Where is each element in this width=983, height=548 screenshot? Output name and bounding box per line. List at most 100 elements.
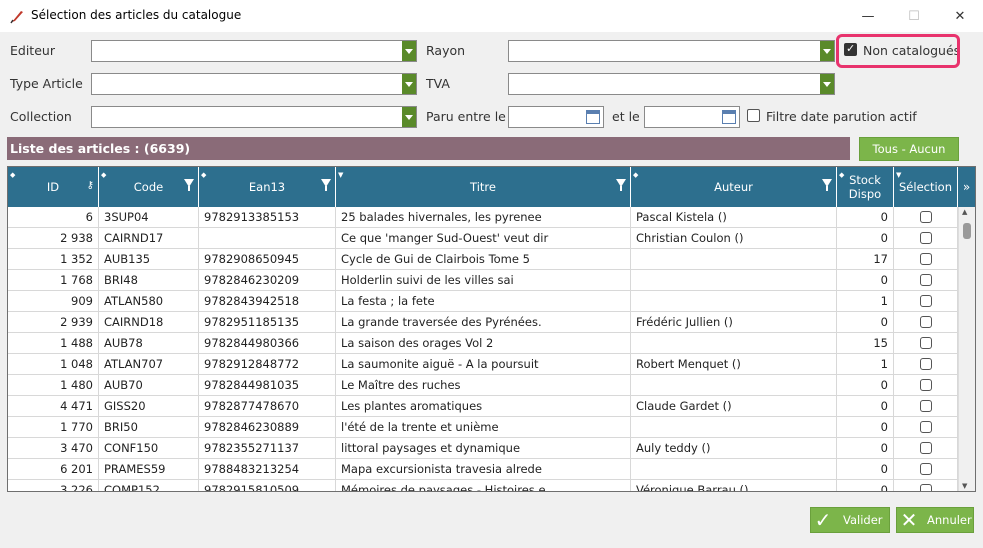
- table-row[interactable]: 1 770 BRI50 9782846230889 l'été de la trent…: [8, 417, 958, 438]
- rayon-label: Rayon: [426, 43, 466, 58]
- date-end-field[interactable]: [644, 106, 740, 128]
- vertical-scrollbar[interactable]: ▲ ▼: [958, 207, 975, 491]
- table-row[interactable]: 1 352 AUB135 9782908650945 Cycle de Gui de …: [8, 249, 958, 270]
- cell-id: 2 938: [8, 228, 99, 248]
- table-row[interactable]: 6 201 PRAMES59 9788483213254 Mapa excursion…: [8, 459, 958, 480]
- row-select-checkbox[interactable]: [920, 232, 932, 244]
- row-select-checkbox[interactable]: [920, 442, 932, 454]
- cell-stock: 1: [837, 291, 894, 311]
- row-select-checkbox[interactable]: [920, 379, 932, 391]
- sort-icon[interactable]: ▼: [896, 168, 901, 182]
- annuler-button[interactable]: ✕ Annuler: [896, 507, 974, 533]
- calendar-icon[interactable]: [586, 110, 600, 124]
- cell-titre: littoral paysages et dynamique: [336, 438, 631, 458]
- chevron-down-icon[interactable]: [820, 41, 834, 61]
- valider-button[interactable]: ✓ Valider: [810, 507, 890, 533]
- cell-ean: 9782844980366: [199, 333, 336, 353]
- cell-auteur: [631, 291, 837, 311]
- cell-titre: La grande traversée des Pyrénées.: [336, 312, 631, 332]
- table-row[interactable]: 1 048 ATLAN707 9782912848772 La saumonite a…: [8, 354, 958, 375]
- sort-icon[interactable]: ▼: [338, 168, 343, 182]
- window-title: Sélection des articles du catalogue: [31, 8, 242, 22]
- cell-titre: 25 balades hivernales, les pyrenee: [336, 207, 631, 227]
- paru-entre-label: Paru entre le: [426, 109, 506, 124]
- rayon-combo[interactable]: [508, 40, 835, 62]
- table-row[interactable]: 1 480 AUB70 9782844981035 Le Maître des ruc…: [8, 375, 958, 396]
- row-select-checkbox[interactable]: [920, 337, 932, 349]
- cell-stock: 0: [837, 375, 894, 395]
- row-select-checkbox[interactable]: [920, 316, 932, 328]
- chevron-down-icon[interactable]: [402, 41, 416, 61]
- toggle-all-button[interactable]: Tous - Aucun: [859, 137, 959, 161]
- table-row[interactable]: 909 ATLAN580 9782843942518 La festa ; la fe…: [8, 291, 958, 312]
- row-select-checkbox[interactable]: [920, 295, 932, 307]
- sort-icon[interactable]: ◆: [201, 168, 206, 182]
- date-start-field[interactable]: [508, 106, 604, 128]
- sort-icon[interactable]: ◆: [839, 168, 844, 182]
- calendar-icon[interactable]: [722, 110, 736, 124]
- cell-auteur: [631, 459, 837, 479]
- table-row[interactable]: 1 768 BRI48 9782846230209 Holderlin suivi d…: [8, 270, 958, 291]
- maximize-button[interactable]: ☐: [891, 0, 937, 32]
- row-select-checkbox[interactable]: [920, 421, 932, 433]
- scroll-down-icon[interactable]: ▼: [962, 482, 967, 490]
- tva-combo[interactable]: [508, 73, 835, 95]
- filter-icon[interactable]: [184, 179, 194, 191]
- cell-titre: Mémoires de paysages - Histoires e: [336, 480, 631, 491]
- table-row[interactable]: 2 939 CAIRND18 9782951185135 La grande trav…: [8, 312, 958, 333]
- close-button[interactable]: ✕: [937, 0, 983, 32]
- collection-combo[interactable]: [91, 106, 417, 128]
- table-row[interactable]: 4 471 GISS20 9782877478670 Les plantes arom…: [8, 396, 958, 417]
- sort-icon[interactable]: ◆: [10, 168, 15, 182]
- collection-label: Collection: [10, 109, 72, 124]
- column-header-auteur[interactable]: ◆ Auteur: [631, 167, 837, 207]
- et-le-label: et le: [612, 109, 640, 124]
- cell-id: 3 470: [8, 438, 99, 458]
- cell-selection: [894, 228, 958, 248]
- cell-selection: [894, 312, 958, 332]
- highlight-box: [836, 34, 960, 68]
- table-row[interactable]: 1 488 AUB78 9782844980366 La saison des ora…: [8, 333, 958, 354]
- sort-icon[interactable]: ◆: [101, 168, 106, 182]
- chevron-down-icon[interactable]: [402, 107, 416, 127]
- cell-auteur: [631, 375, 837, 395]
- chevron-down-icon[interactable]: [820, 74, 834, 94]
- table-row[interactable]: 3 470 CONF150 9782355271137 littoral paysag…: [8, 438, 958, 459]
- filter-icon[interactable]: [321, 179, 331, 191]
- row-select-checkbox[interactable]: [920, 253, 932, 265]
- cell-auteur: [631, 270, 837, 290]
- column-header-stock[interactable]: ◆ Stock Dispo: [837, 167, 894, 207]
- table-row[interactable]: 2 938 CAIRND17 Ce que 'manger Sud-Ouest' v…: [8, 228, 958, 249]
- expand-columns-icon[interactable]: »: [958, 167, 975, 207]
- filter-icon[interactable]: [822, 179, 832, 191]
- tva-label: TVA: [426, 76, 450, 91]
- row-select-checkbox[interactable]: [920, 274, 932, 286]
- row-select-checkbox[interactable]: [920, 463, 932, 475]
- cell-stock: 0: [837, 459, 894, 479]
- filter-icon[interactable]: [616, 179, 626, 191]
- filtre-date-checkbox[interactable]: [747, 109, 760, 122]
- column-header-code[interactable]: ◆ Code: [99, 167, 199, 207]
- minimize-button[interactable]: —: [845, 0, 891, 32]
- cell-code: ATLAN707: [99, 354, 199, 374]
- type-article-combo[interactable]: [91, 73, 417, 95]
- editeur-combo[interactable]: [91, 40, 417, 62]
- row-select-checkbox[interactable]: [920, 211, 932, 223]
- row-select-checkbox[interactable]: [920, 358, 932, 370]
- column-header-id[interactable]: ◆ ID ⚷: [8, 167, 99, 207]
- row-select-checkbox[interactable]: [920, 484, 932, 491]
- row-select-checkbox[interactable]: [920, 400, 932, 412]
- chevron-down-icon[interactable]: [402, 74, 416, 94]
- table-row[interactable]: 3 226 COMP152 9782915810509 Mémoires de pay…: [8, 480, 958, 491]
- cell-stock: 0: [837, 207, 894, 227]
- cell-id: 6 201: [8, 459, 99, 479]
- column-header-ean13[interactable]: ◆ Ean13: [199, 167, 336, 207]
- table-row[interactable]: 6 3SUP04 9782913385153 25 balades hivernale…: [8, 207, 958, 228]
- column-header-selection[interactable]: ▼ Sélection: [894, 167, 958, 207]
- cell-stock: 15: [837, 333, 894, 353]
- cell-stock: 17: [837, 249, 894, 269]
- scroll-thumb[interactable]: [963, 223, 971, 239]
- column-header-titre[interactable]: ▼ Titre: [336, 167, 631, 207]
- scroll-up-icon[interactable]: ▲: [962, 208, 967, 216]
- sort-icon[interactable]: ◆: [633, 168, 638, 182]
